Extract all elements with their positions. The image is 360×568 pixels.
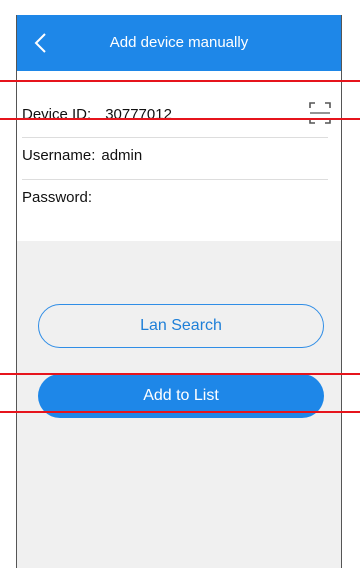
lan-search-button[interactable]: Lan Search	[38, 304, 324, 348]
page-title: Add device manually	[109, 34, 249, 51]
password-row: Password:	[16, 175, 342, 219]
app-screen: Add device manually Device ID: Username:…	[16, 15, 342, 568]
qr-scan-icon	[309, 102, 331, 124]
username-label: Username:	[22, 146, 96, 164]
navigation-bar: Add device manually	[16, 15, 342, 71]
highlight-line	[0, 373, 360, 375]
scan-button[interactable]	[308, 101, 332, 125]
password-label: Password:	[22, 188, 93, 206]
device-form: Device ID: Username: Password:	[16, 71, 342, 241]
username-field[interactable]	[101, 146, 252, 164]
highlight-line	[0, 80, 360, 82]
highlight-line	[0, 118, 360, 120]
highlight-line	[0, 411, 360, 413]
device-id-row: Device ID:	[16, 92, 342, 136]
username-row: Username:	[16, 133, 342, 177]
password-field[interactable]	[98, 188, 249, 206]
